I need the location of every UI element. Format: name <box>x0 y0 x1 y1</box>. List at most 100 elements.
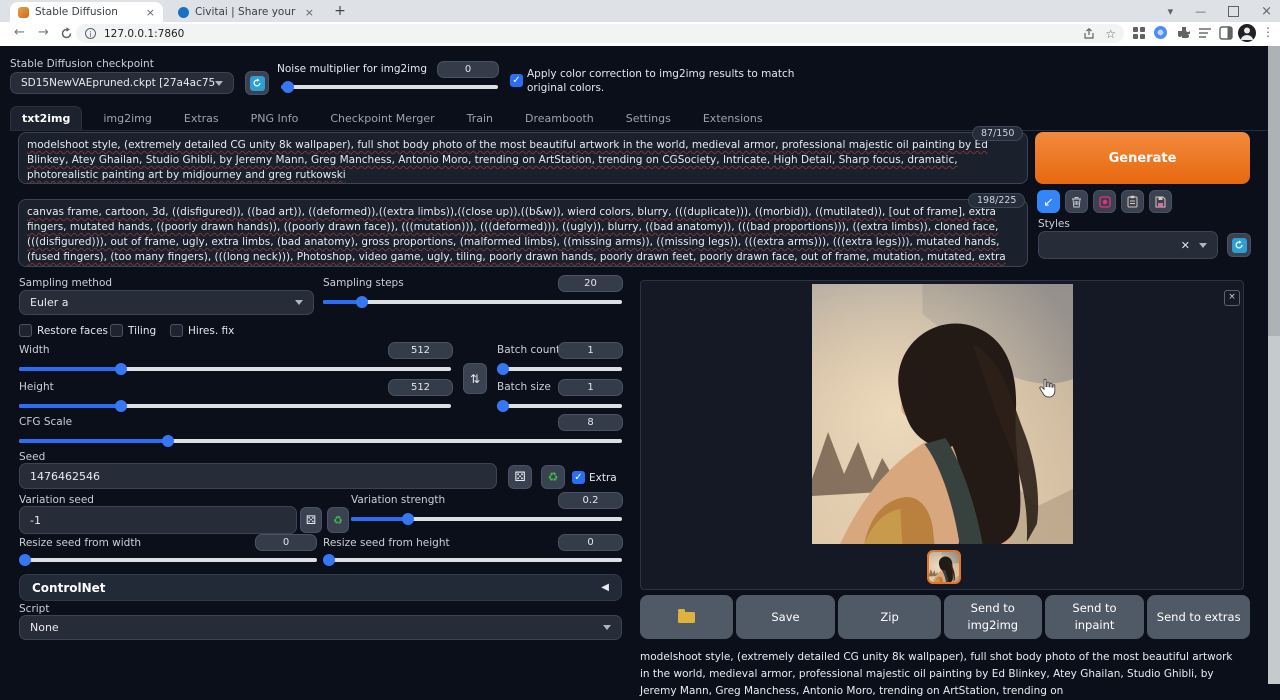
sampling-method-dropdown[interactable]: Euler a <box>19 290 314 315</box>
checkpoint-dropdown[interactable]: SD15NewVAEpruned.ckpt [27a4ac756c] <box>10 72 234 94</box>
tiling-checkbox[interactable] <box>110 324 123 337</box>
new-tab-button[interactable]: + <box>331 3 349 21</box>
swap-dimensions-button[interactable]: ⇅ <box>463 363 487 394</box>
variation-seed-value: -1 <box>30 514 41 527</box>
open-folder-button[interactable] <box>640 595 733 639</box>
cfg-scale-slider[interactable] <box>19 434 622 446</box>
browser-tab-title: Stable Diffusion <box>35 6 118 18</box>
civitai-favicon <box>178 7 189 18</box>
prompt-input[interactable]: modelshoot style, (extremely detailed CG… <box>18 132 1028 184</box>
extension-dot-icon[interactable] <box>1154 26 1167 39</box>
batch-count-slider[interactable] <box>497 362 622 374</box>
send-to-extras-button[interactable]: Send to extras <box>1147 595 1250 639</box>
restore-faces-checkbox[interactable] <box>19 324 32 337</box>
script-dropdown[interactable]: None <box>19 615 622 640</box>
width-slider[interactable] <box>19 362 451 374</box>
reading-list-icon[interactable] <box>1198 26 1213 40</box>
extension-grid-icon[interactable] <box>1132 26 1146 40</box>
color-correction-checkbox[interactable]: ✓ <box>510 74 523 87</box>
save-style-button[interactable] <box>1149 190 1172 213</box>
extensions-puzzle-icon[interactable] <box>1177 26 1191 40</box>
gallery-thumbnail[interactable] <box>927 550 961 584</box>
reuse-seed-button[interactable]: ♻ <box>541 465 565 489</box>
random-seed-button[interactable]: ⚄ <box>508 465 532 489</box>
checkpoint-refresh-button[interactable] <box>245 71 269 95</box>
width-value[interactable]: 512 <box>388 342 453 359</box>
bookmark-star-icon[interactable]: ☆ <box>1105 27 1116 41</box>
variation-strength-label: Variation strength <box>351 494 445 506</box>
back-icon[interactable]: ← <box>14 25 25 40</box>
variation-strength-value[interactable]: 0.2 <box>558 492 623 509</box>
page-scrollbar[interactable] <box>1268 46 1280 684</box>
share-icon[interactable] <box>1083 28 1095 40</box>
resize-seed-width-value[interactable]: 0 <box>255 534 317 551</box>
cfg-scale-value[interactable]: 8 <box>558 414 623 431</box>
tab-extensions[interactable]: Extensions <box>692 107 774 130</box>
tab-close-icon[interactable]: × <box>146 6 155 19</box>
tab-settings[interactable]: Settings <box>615 107 682 130</box>
resize-seed-width-slider[interactable] <box>19 553 317 565</box>
sampling-steps-value[interactable]: 20 <box>558 275 623 292</box>
scrollbar-thumb[interactable] <box>1268 46 1280 336</box>
tab-close-icon[interactable]: × <box>305 6 314 19</box>
recycle-icon: ♻ <box>548 470 559 484</box>
extra-seed-checkbox[interactable]: ✓ <box>572 471 585 484</box>
height-slider[interactable] <box>19 399 451 411</box>
variation-seed-input[interactable]: -1 <box>19 506 297 534</box>
window-close-icon[interactable]: × <box>1261 4 1272 19</box>
variation-random-seed-button[interactable]: ⚄ <box>300 507 322 533</box>
browser-tab-civitai[interactable]: Civitai | Share your models × <box>170 2 322 22</box>
browser-toolbar: ← → i 127.0.0.1:7860 ☆ ⋮ <box>0 22 1280 48</box>
tab-extras[interactable]: Extras <box>173 107 230 130</box>
negative-prompt-text: canvas frame, cartoon, 3d, ((disfigured)… <box>27 206 1006 267</box>
paste-params-button[interactable]: ↙ <box>1037 190 1060 213</box>
extra-networks-button[interactable] <box>1093 190 1116 213</box>
styles-refresh-button[interactable] <box>1227 233 1251 257</box>
address-bar[interactable]: i 127.0.0.1:7860 ☆ <box>76 24 1124 43</box>
resize-seed-height-value[interactable]: 0 <box>558 534 623 551</box>
tab-checkpoint-merger[interactable]: Checkpoint Merger <box>319 107 445 130</box>
paste-arrow-icon: ↙ <box>1043 195 1053 209</box>
noise-multiplier-value[interactable]: 0 <box>437 61 499 78</box>
clear-styles-icon[interactable]: ✕ <box>1181 239 1190 252</box>
site-info-icon[interactable]: i <box>85 28 96 39</box>
side-panel-icon[interactable] <box>1219 26 1233 40</box>
window-maximize-icon[interactable] <box>1228 6 1239 17</box>
height-value[interactable]: 512 <box>388 379 453 396</box>
batch-size-slider[interactable] <box>497 399 622 411</box>
seed-input[interactable]: 1476462546 <box>19 463 497 489</box>
reload-icon[interactable] <box>60 27 73 40</box>
tab-txt2img[interactable]: txt2img <box>10 106 82 130</box>
sampling-steps-slider[interactable] <box>323 295 622 307</box>
profile-avatar[interactable] <box>1238 24 1256 42</box>
tab-png-info[interactable]: PNG Info <box>240 107 310 130</box>
send-to-img2img-button[interactable]: Send to img2img <box>944 595 1042 639</box>
hires-fix-checkbox[interactable] <box>170 324 183 337</box>
window-minimize-icon[interactable]: — <box>1195 5 1206 18</box>
apply-style-button[interactable] <box>1121 190 1144 213</box>
styles-dropdown[interactable]: ✕ <box>1038 231 1218 259</box>
browser-tab-stable-diffusion[interactable]: Stable Diffusion × <box>10 2 163 22</box>
generate-button[interactable]: Generate <box>1035 132 1250 184</box>
batch-count-value[interactable]: 1 <box>558 342 623 359</box>
send-to-inpaint-button[interactable]: Send to inpaint <box>1045 595 1145 639</box>
tab-img2img[interactable]: img2img <box>92 107 163 130</box>
forward-icon[interactable]: → <box>38 25 49 40</box>
save-button[interactable]: Save <box>736 595 836 639</box>
negative-prompt-input[interactable]: canvas frame, cartoon, 3d, ((disfigured)… <box>18 199 1028 267</box>
browser-menu-icon[interactable]: ⋮ <box>1262 25 1274 39</box>
variation-reuse-seed-button[interactable]: ♻ <box>327 507 349 533</box>
tab-dreambooth[interactable]: Dreambooth <box>514 107 605 130</box>
resize-seed-height-slider[interactable] <box>323 553 622 565</box>
noise-multiplier-slider[interactable] <box>281 80 498 92</box>
zip-button[interactable]: Zip <box>838 595 941 639</box>
batch-size-value[interactable]: 1 <box>558 379 623 396</box>
recycle-icon: ♻ <box>333 514 343 527</box>
clear-prompt-button[interactable] <box>1065 190 1088 213</box>
tab-search-chevron-icon[interactable]: ▾ <box>1168 5 1174 18</box>
generated-image[interactable] <box>812 284 1073 544</box>
close-gallery-icon[interactable]: × <box>1224 290 1240 306</box>
controlnet-accordion[interactable]: ControlNet ◀ <box>19 574 622 601</box>
variation-strength-slider[interactable] <box>351 512 622 524</box>
tab-train[interactable]: Train <box>456 107 504 130</box>
